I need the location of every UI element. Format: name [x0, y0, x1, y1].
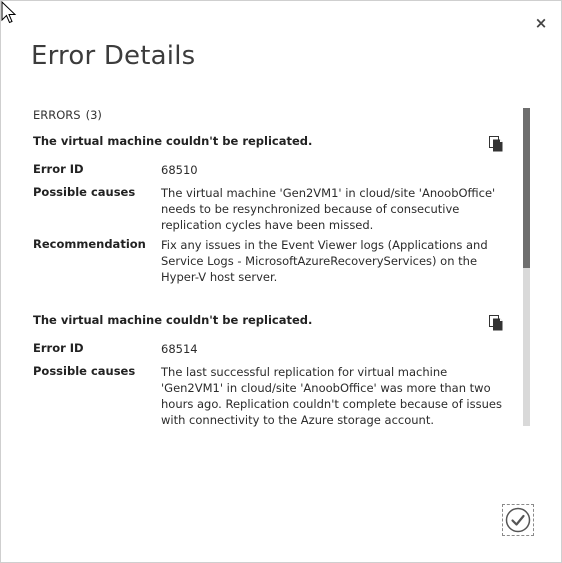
errors-label: ERRORS	[33, 108, 81, 122]
error-id-label: Error ID	[33, 341, 84, 355]
errors-header: ERRORS (3)	[33, 108, 102, 122]
error-id-value: 68510	[161, 163, 198, 177]
errors-count: (3)	[85, 108, 102, 122]
copy-icon[interactable]	[489, 315, 503, 331]
error-details-dialog: × Error Details ERRORS (3) The virtual ma…	[0, 0, 562, 563]
scrollbar-thumb[interactable]	[523, 108, 530, 268]
ok-button[interactable]	[502, 504, 534, 536]
possible-causes-label: Possible causes	[33, 185, 136, 199]
error-id-value: 68514	[161, 342, 198, 356]
error-title: The virtual machine couldn't be replicat…	[33, 134, 313, 148]
possible-causes-value: The last successful replication for virt…	[161, 365, 502, 427]
close-icon: ×	[534, 14, 548, 32]
dialog-title: Error Details	[31, 41, 196, 71]
recommendation-value: Fix any issues in the Event Viewer logs …	[161, 238, 488, 284]
close-button[interactable]: ×	[532, 14, 550, 32]
recommendation-label: Recommendation	[33, 237, 146, 251]
error-title: The virtual machine couldn't be replicat…	[33, 313, 313, 327]
error-id-label: Error ID	[33, 162, 84, 176]
possible-causes-label: Possible causes	[33, 364, 136, 378]
checkmark-icon	[505, 507, 531, 533]
errors-scroll-area: ERRORS (3) The virtual machine couldn't b…	[33, 105, 511, 427]
copy-icon[interactable]	[489, 136, 503, 152]
mouse-pointer-icon	[1, 1, 17, 24]
possible-causes-value: The virtual machine 'Gen2VM1' in cloud/s…	[161, 186, 496, 232]
